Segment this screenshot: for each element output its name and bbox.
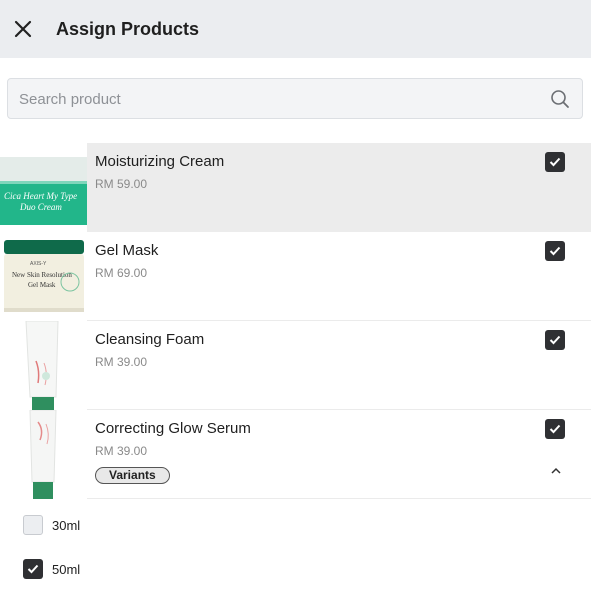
product-price: RM 39.00 [95, 355, 148, 369]
thumb-text-line1: Cica Heart My Type [4, 191, 77, 201]
variant-item-30ml[interactable]: 30ml [23, 515, 80, 535]
product-row-cleansing-foam[interactable]: Cleansing Foam RM 39.00 [0, 321, 591, 410]
product-checkbox[interactable] [545, 152, 565, 172]
product-checkbox[interactable] [545, 241, 565, 261]
product-checkbox[interactable] [545, 330, 565, 350]
product-image-cleansing-foam [0, 321, 87, 410]
check-icon [549, 157, 561, 167]
check-icon [549, 246, 561, 256]
search-input[interactable] [19, 88, 539, 110]
check-icon [549, 424, 561, 434]
page-title: Assign Products [56, 19, 200, 39]
product-name: Correcting Glow Serum [95, 420, 251, 437]
thumb-text-line2: Gel Mask [28, 281, 56, 289]
product-price: RM 59.00 [95, 177, 148, 191]
variants-badge[interactable]: Variants [95, 467, 170, 484]
variant-checkbox[interactable] [23, 559, 43, 579]
product-row-gel-mask[interactable]: AXIS-Y New Skin Resolution Gel Mask Gel … [0, 232, 591, 321]
check-icon [549, 335, 561, 345]
product-name: Gel Mask [95, 242, 159, 259]
product-image-moisturizing-cream: Cica Heart My Type Duo Cream [0, 143, 87, 232]
product-price: RM 69.00 [95, 266, 148, 280]
product-name: Cleansing Foam [95, 331, 205, 348]
product-checkbox[interactable] [545, 419, 565, 439]
variant-label: 50ml [52, 561, 81, 577]
header-bar: Assign Products [0, 0, 591, 58]
thumb-brand: AXIS-Y [30, 261, 47, 267]
variant-item-50ml[interactable]: 50ml [23, 559, 80, 579]
product-name: Moisturizing Cream [95, 153, 225, 170]
search-icon[interactable] [550, 89, 570, 109]
product-price: RM 39.00 [95, 444, 148, 458]
thumb-text-line2: Duo Cream [19, 202, 62, 212]
product-image-gel-mask: AXIS-Y New Skin Resolution Gel Mask [0, 232, 87, 321]
chevron-up-icon[interactable] [549, 464, 563, 478]
close-icon[interactable] [12, 18, 34, 40]
variant-checkbox[interactable] [23, 515, 43, 535]
product-row-correcting-glow-serum[interactable]: Correcting Glow Serum RM 39.00 Variants [0, 410, 591, 499]
variant-label: 30ml [52, 517, 81, 533]
thumb-text-line1: New Skin Resolution [12, 271, 72, 279]
product-image-correcting-glow-serum [0, 410, 87, 499]
search-box [7, 78, 583, 119]
product-row-moisturizing-cream[interactable]: Cica Heart My Type Duo Cream Moisturizin… [0, 143, 591, 232]
check-icon [27, 564, 39, 574]
